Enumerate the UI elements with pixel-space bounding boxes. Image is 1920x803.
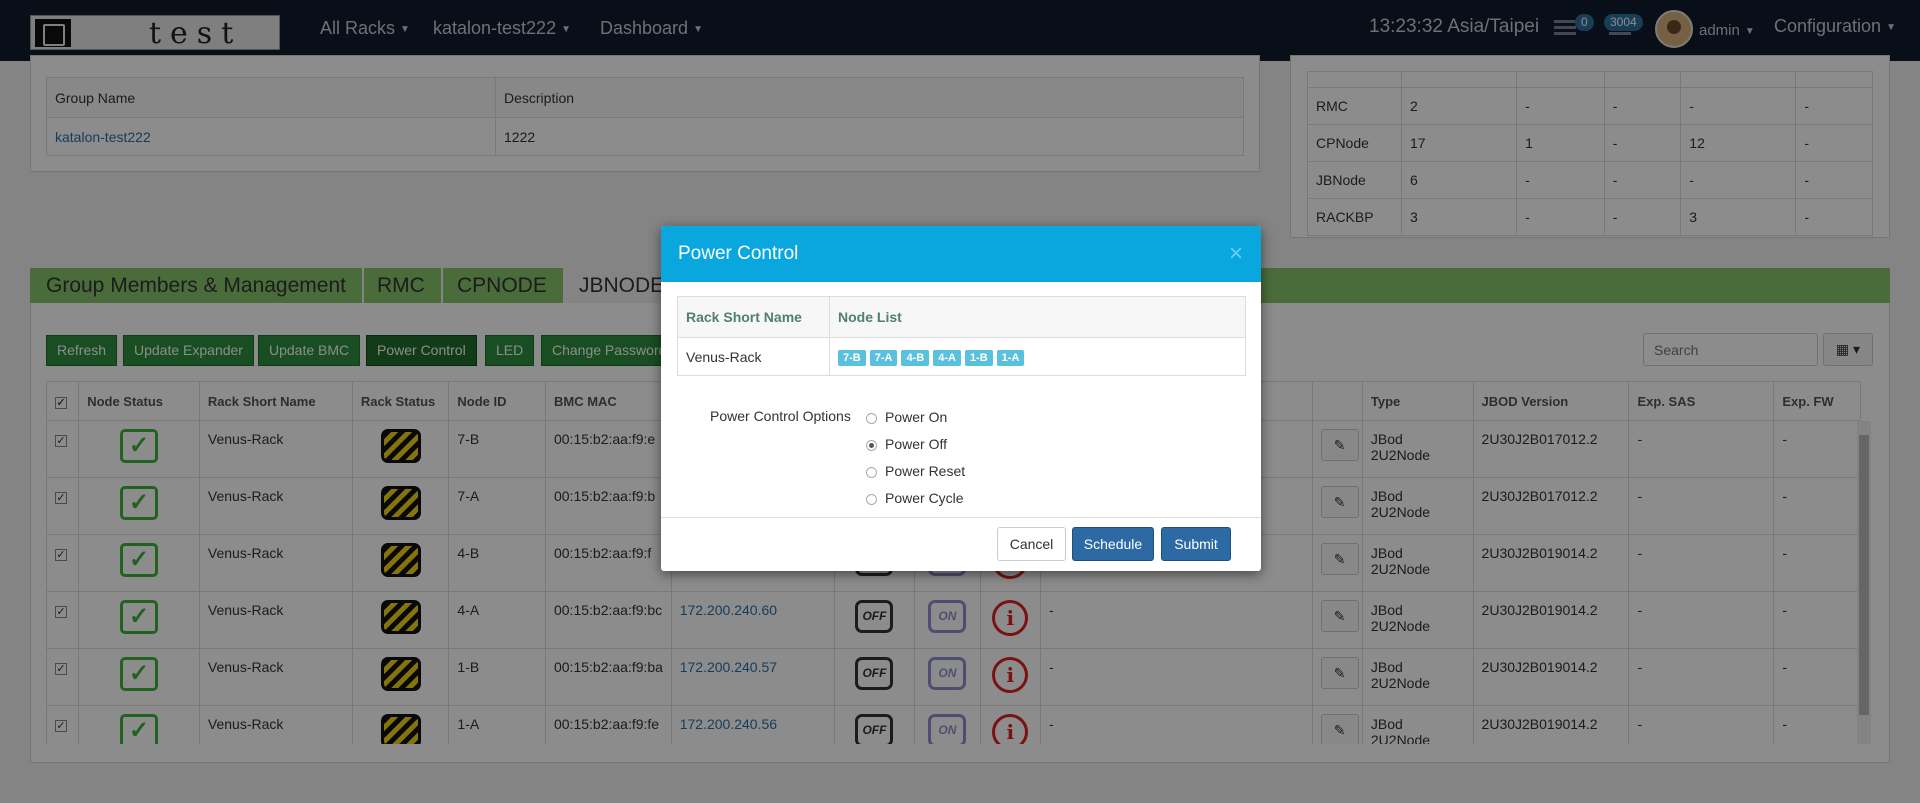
modal-title: Power Control bbox=[678, 243, 799, 264]
modal-node-table: Rack Short Name Node List Venus-Rack 7-B… bbox=[677, 296, 1246, 376]
node-tag: 1-A bbox=[996, 349, 1025, 366]
power-option-label: Power On bbox=[885, 409, 948, 425]
radio-button[interactable] bbox=[866, 466, 877, 478]
radio-button[interactable] bbox=[866, 412, 877, 424]
node-tag: 1-B bbox=[964, 349, 993, 366]
cancel-button[interactable]: Cancel bbox=[997, 527, 1066, 561]
modal-rack-name: Venus-Rack bbox=[677, 337, 830, 376]
radio-button[interactable] bbox=[866, 439, 877, 451]
power-option-label: Power Off bbox=[885, 436, 947, 452]
table-row: Venus-Rack 7-B 7-A 4-B 4-A 1-B 1-A bbox=[677, 337, 1246, 376]
power-option[interactable]: Power Reset bbox=[866, 461, 965, 488]
modal-header: Power Control × bbox=[661, 226, 1261, 282]
node-tag: 4-A bbox=[933, 349, 961, 366]
power-option[interactable]: Power Cycle bbox=[866, 488, 965, 515]
schedule-button[interactable]: Schedule bbox=[1072, 527, 1154, 561]
node-tag: 4-B bbox=[901, 349, 930, 366]
power-option[interactable]: Power On bbox=[866, 407, 965, 434]
node-tag: 7-B bbox=[838, 349, 866, 366]
col-rack-short-name: Rack Short Name bbox=[677, 296, 830, 338]
radio-button[interactable] bbox=[866, 493, 877, 505]
power-options-group: Power On Power Off Power Reset Power Cycle bbox=[866, 407, 965, 515]
node-tag: 7-A bbox=[869, 349, 898, 366]
node-tag-list: 7-B 7-A 4-B 4-A 1-B 1-A bbox=[829, 337, 1246, 376]
power-option-label: Power Reset bbox=[885, 463, 966, 479]
col-node-list: Node List bbox=[829, 296, 1246, 338]
modal-footer-divider bbox=[661, 517, 1261, 518]
modal-table-header: Rack Short Name Node List bbox=[677, 296, 1246, 338]
power-control-modal: Power Control × Rack Short Name Node Lis… bbox=[661, 226, 1261, 571]
close-icon[interactable]: × bbox=[1229, 226, 1243, 282]
power-option-label: Power Cycle bbox=[885, 490, 964, 506]
submit-button[interactable]: Submit bbox=[1161, 527, 1231, 561]
power-options-label: Power Control Options bbox=[710, 408, 851, 424]
power-option[interactable]: Power Off bbox=[866, 434, 965, 461]
